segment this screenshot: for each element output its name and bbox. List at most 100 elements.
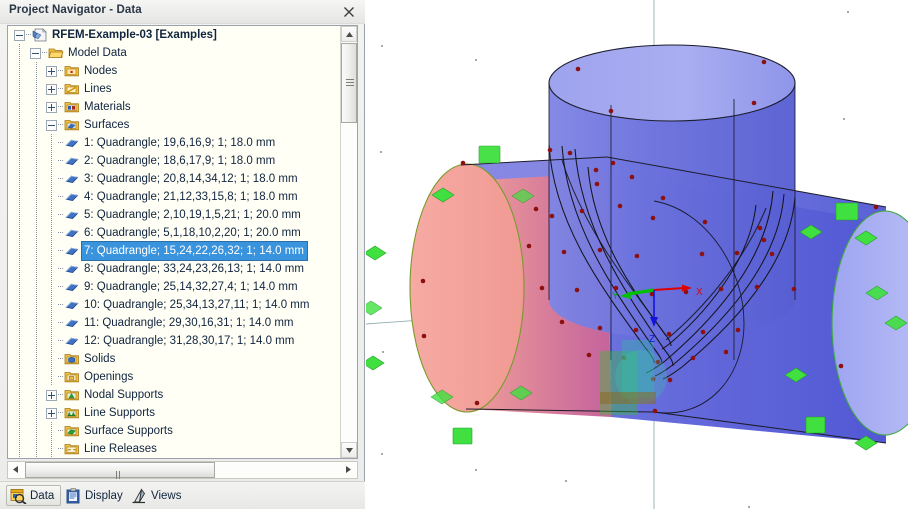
- folder-nodal-supports-icon: [64, 386, 80, 404]
- folder-openings-icon: [64, 368, 80, 386]
- tree-horizontal-scrollbar[interactable]: [7, 461, 358, 497]
- expander-model-data[interactable]: [30, 48, 41, 59]
- tree-item-surfaces[interactable]: Surfaces: [8, 116, 341, 134]
- tree-item-nodal-supports[interactable]: Nodal Supports: [8, 386, 341, 404]
- tree-item-model-data[interactable]: Model Data: [8, 44, 341, 62]
- tree-indent: [14, 206, 30, 224]
- tree-item-solids[interactable]: Solids: [8, 350, 341, 368]
- tree-item-lines[interactable]: Lines: [8, 80, 341, 98]
- tree-indent: [30, 188, 46, 206]
- vertical-cylinder-surface[interactable]: [548, 44, 796, 338]
- tree-indent: [30, 170, 46, 188]
- tree-indent: [30, 278, 46, 296]
- tree-item-surface[interactable]: 5: Quadrangle; 2,10,19,1,5,21; 1; 20.0 m…: [8, 206, 341, 224]
- tree-item-surface[interactable]: 3: Quadrangle; 20,8,14,34,12; 1; 18.0 mm: [8, 170, 341, 188]
- tree-item-label: Nodes: [84, 65, 118, 77]
- expander-surfaces[interactable]: [46, 120, 57, 131]
- scroll-right-icon[interactable]: [341, 462, 357, 478]
- tree-item-label: Solids: [84, 353, 116, 365]
- expander-lines[interactable]: [46, 84, 57, 95]
- tree-indent: [46, 296, 58, 314]
- tree-item-label: 6: Quadrangle; 5,1,18,10,2,20; 1; 20.0 m…: [84, 227, 301, 239]
- expander-root[interactable]: [14, 30, 25, 41]
- scroll-down-icon[interactable]: [341, 442, 357, 458]
- tree-indent: [14, 332, 30, 350]
- tree-item-line-supports[interactable]: Line Supports: [8, 404, 341, 422]
- tree-item-line-releases[interactable]: Line Releases: [8, 440, 341, 458]
- tree-indent: [30, 422, 46, 440]
- tree-item-surface[interactable]: 4: Quadrangle; 21,12,33,15,8; 1; 18.0 mm: [8, 188, 341, 206]
- tree-indent: [30, 332, 46, 350]
- tree-item-root[interactable]: RFEM-Example-03 [Examples]: [8, 26, 341, 44]
- project-navigator-panel: Project Navigator - Data RFEM-Example-03…: [0, 0, 365, 509]
- tree-item-surface-supports[interactable]: Surface Supports: [8, 422, 341, 440]
- tree-item-surface[interactable]: 11: Quadrangle; 29,30,16,31; 1; 14.0 mm: [8, 314, 341, 332]
- tree-item-surface[interactable]: 8: Quadrangle; 33,24,23,26,13; 1; 14.0 m…: [8, 260, 341, 278]
- tree-item-materials[interactable]: Materials: [8, 98, 341, 116]
- tree-indent: [14, 224, 30, 242]
- tree-indent: [14, 296, 30, 314]
- surface-icon: [64, 134, 80, 152]
- tree-indent: [14, 98, 30, 116]
- tree-view[interactable]: RFEM-Example-03 [Examples] Model Data No…: [8, 26, 341, 458]
- application-window: Project Navigator - Data RFEM-Example-03…: [0, 0, 908, 509]
- tab-label: Views: [151, 489, 182, 502]
- axis-label-y: Y: [612, 291, 619, 302]
- tab-views[interactable]: Views: [128, 485, 187, 506]
- panel-title: Project Navigator - Data: [9, 4, 142, 16]
- model-canvas[interactable]: X Y Z: [366, 0, 908, 509]
- surface-icon: [64, 260, 80, 278]
- expander-nodal-supports[interactable]: [46, 390, 57, 401]
- tree-indent: [14, 350, 30, 368]
- surface-icon: [64, 296, 80, 314]
- tree-indent: [46, 440, 58, 458]
- tree-indent: [30, 404, 46, 422]
- tree-item-label: Nodal Supports: [84, 389, 164, 401]
- tree-horizontal-scroll-thumb[interactable]: [25, 462, 215, 497]
- tree-indent: [14, 440, 30, 458]
- tree-indent: [46, 242, 58, 260]
- close-icon[interactable]: [340, 3, 358, 21]
- tree-vertical-scroll-thumb[interactable]: [341, 43, 357, 123]
- scroll-up-icon[interactable]: [341, 26, 357, 42]
- left-end-cap-surface[interactable]: [409, 163, 525, 413]
- expander-materials[interactable]: [46, 102, 57, 113]
- tree-item-nodes[interactable]: Nodes: [8, 62, 341, 80]
- tree-item-openings[interactable]: Openings: [8, 368, 341, 386]
- tree-item-surface[interactable]: 7: Quadrangle; 15,24,22,26,32; 1; 14.0 m…: [8, 241, 341, 261]
- tree-item-label: 8: Quadrangle; 33,24,23,26,13; 1; 14.0 m…: [84, 263, 304, 275]
- tree-indent: [14, 260, 30, 278]
- tree-item-label: Surface Supports: [84, 425, 173, 437]
- tree-item-surface[interactable]: 12: Quadrangle; 31,28,30,17; 1; 14.0 mm: [8, 332, 341, 350]
- trailing-category-list: Solids Openings Nodal Supports Line Support…: [8, 350, 341, 458]
- tree-item-label: 9: Quadrangle; 25,14,32,27,4; 1; 14.0 mm: [84, 281, 298, 293]
- tree-item-label: Lines: [84, 83, 112, 95]
- tab-data[interactable]: Data: [6, 485, 62, 506]
- tree-item-surface[interactable]: 1: Quadrangle; 19,6,16,9; 1; 18.0 mm: [8, 134, 341, 152]
- tree-item-surface[interactable]: 6: Quadrangle; 5,1,18,10,2,20; 1; 20.0 m…: [8, 224, 341, 242]
- tree-indent: [14, 278, 30, 296]
- tree-indent: [46, 134, 58, 152]
- tree-item-surface[interactable]: 10: Quadrangle; 25,34,13,27,11; 1; 14.0 …: [8, 296, 341, 314]
- scroll-left-icon[interactable]: [8, 462, 24, 478]
- tree-item-surface[interactable]: 9: Quadrangle; 25,14,32,27,4; 1; 14.0 mm: [8, 278, 341, 296]
- expander-line-supports[interactable]: [46, 408, 57, 419]
- tree-indent: [14, 422, 30, 440]
- tree-item-label: 1: Quadrangle; 19,6,16,9; 1; 18.0 mm: [84, 137, 276, 149]
- display-icon: [65, 487, 82, 504]
- tree-indent: [14, 80, 30, 98]
- tree-indent: [14, 134, 30, 152]
- tree-item-label: Line Releases: [84, 443, 157, 455]
- tree-vertical-scrollbar[interactable]: [340, 26, 357, 458]
- tree-item-surface[interactable]: 2: Quadrangle; 18,6,17,9; 1; 18.0 mm: [8, 152, 341, 170]
- model-viewport-3d[interactable]: X Y Z: [366, 0, 908, 509]
- folder-solids-icon: [64, 350, 80, 368]
- tree-item-label: 4: Quadrangle; 21,12,33,15,8; 1; 18.0 mm: [84, 191, 298, 203]
- tree-item-label: 11: Quadrangle; 29,30,16,31; 1; 14.0 mm: [84, 317, 294, 329]
- expander-nodes[interactable]: [46, 66, 57, 77]
- axis-label-z: Z: [649, 334, 655, 345]
- surface-list: 1: Quadrangle; 19,6,16,9; 1; 18.0 mm 2: Q…: [8, 134, 341, 350]
- tree-indent: [46, 422, 58, 440]
- tree-indent: [46, 278, 58, 296]
- tab-display[interactable]: Display: [62, 485, 129, 506]
